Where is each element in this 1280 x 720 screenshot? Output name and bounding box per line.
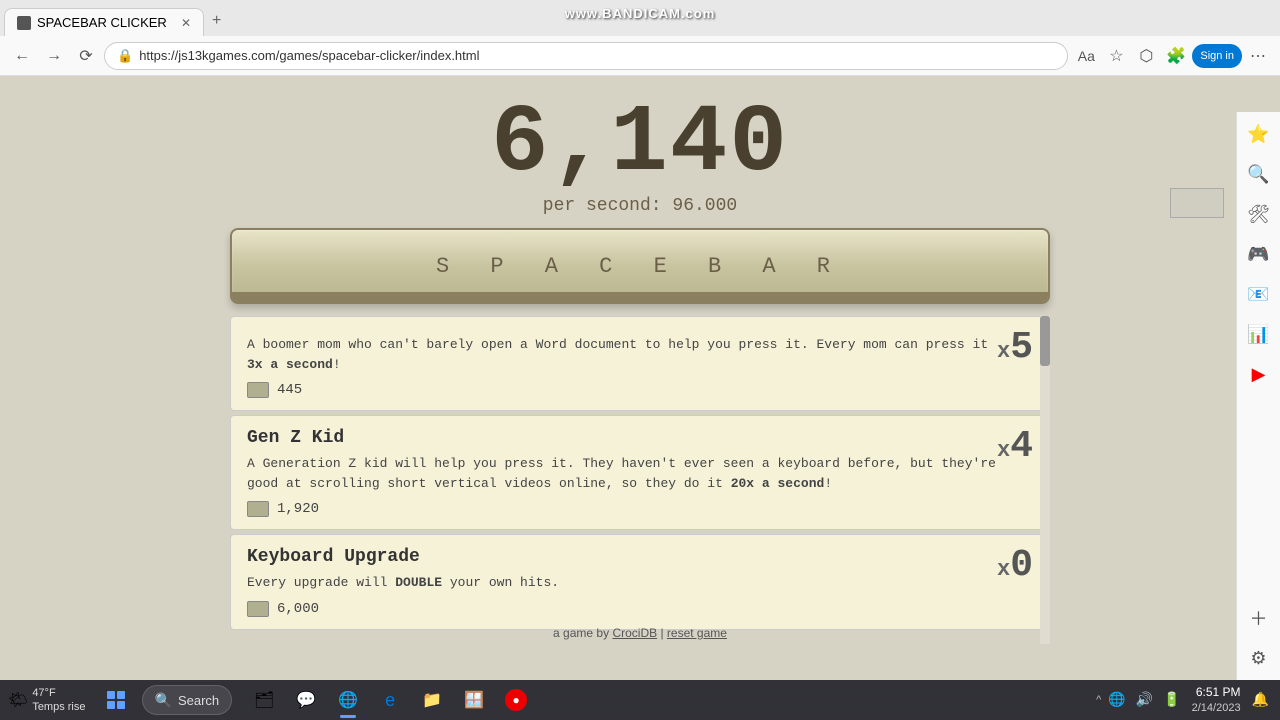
taskbar-app-file-explorer[interactable]: 🗂 xyxy=(244,680,284,720)
browser-sidebar: ⭐ 🔍 🛠 🎮 📧 📊 ▶ ＋ ⚙ xyxy=(1236,112,1280,680)
tab-title: SPACEBAR CLICKER xyxy=(37,15,167,30)
score-display: 6,140 xyxy=(491,96,789,192)
refresh-button[interactable]: ⟳ xyxy=(72,42,100,70)
taskbar-search-icon: 🔍 xyxy=(155,692,172,709)
address-bar[interactable]: 🔒 https://js13kgames.com/games/spacebar-… xyxy=(104,42,1068,70)
reset-game-link[interactable]: reset game xyxy=(667,626,727,640)
back-button[interactable]: ← xyxy=(8,42,36,70)
media-player-icon: ● xyxy=(505,689,527,711)
more-options-button[interactable]: ⋯ xyxy=(1244,42,1272,70)
upgrade-multiplier: x0 xyxy=(997,547,1033,585)
list-item[interactable]: Keyboard Upgrade Every upgrade will DOUB… xyxy=(230,534,1050,630)
spacebar-button[interactable]: S P A C E B A R xyxy=(230,228,1050,304)
taskbar-search-box[interactable]: 🔍 Search xyxy=(142,685,233,715)
taskbar-app-messenger[interactable]: 💬 xyxy=(286,680,326,720)
per-second-display: per second: 96.000 xyxy=(543,196,737,216)
upgrade-content: A boomer mom who can't barely open a Wor… xyxy=(247,329,997,398)
active-tab[interactable]: SPACEBAR CLICKER ✕ xyxy=(4,8,204,36)
weather-info: 47°F Temps rise xyxy=(32,686,85,715)
taskbar: 🌤 47°F Temps rise 🔍 Search 🗂 💬 🌐 e xyxy=(0,680,1280,720)
chrome-icon: 🌐 xyxy=(336,688,360,712)
sidebar-settings-icon[interactable]: ⚙ xyxy=(1241,640,1277,676)
upgrade-card-top: Gen Z Kid A Generation Z kid will help y… xyxy=(247,428,1033,517)
tray-expand-button[interactable]: ^ xyxy=(1096,694,1101,706)
sidebar-tools-icon[interactable]: 🛠 xyxy=(1241,196,1277,232)
list-item[interactable]: Gen Z Kid A Generation Z kid will help y… xyxy=(230,415,1050,530)
game-area: 6,140 per second: 96.000 S P A C E B A R… xyxy=(0,76,1280,644)
start-button[interactable] xyxy=(94,680,138,720)
forward-button[interactable]: → xyxy=(40,42,68,70)
tray-battery-icon[interactable]: 🔋 xyxy=(1160,691,1183,708)
taskbar-app-edge[interactable]: e xyxy=(370,680,410,720)
sidebar-favorites-icon[interactable]: ⭐ xyxy=(1241,116,1277,152)
tray-network-icon[interactable]: 🌐 xyxy=(1105,691,1128,708)
taskbar-tray: ^ 🌐 🔊 🔋 6:51 PM 2/14/2023 🔔 xyxy=(1088,685,1280,715)
upgrade-desc: Every upgrade will DOUBLE your own hits. xyxy=(247,573,997,593)
favorites-button[interactable]: ☆ xyxy=(1102,42,1130,70)
cost-icon xyxy=(247,382,269,398)
footer: a game by CrociDB | reset game xyxy=(0,626,1280,640)
cost-value: 6,000 xyxy=(277,601,319,617)
upgrade-title: Keyboard Upgrade xyxy=(247,547,997,567)
taskbar-app-chrome[interactable]: 🌐 xyxy=(328,680,368,720)
scrollbar-thumb[interactable] xyxy=(1040,316,1050,366)
upgrade-multiplier: x5 xyxy=(997,329,1033,367)
collections-button[interactable]: ⬡ xyxy=(1132,42,1160,70)
taskbar-app-folder[interactable]: 📁 xyxy=(412,680,452,720)
cost-icon xyxy=(247,501,269,517)
upgrade-desc: A Generation Z kid will help you press i… xyxy=(247,454,997,493)
sidebar-youtube-icon[interactable]: ▶ xyxy=(1241,356,1277,392)
tray-notification-icon[interactable]: 🔔 xyxy=(1249,691,1272,708)
upgrade-card-top: A boomer mom who can't barely open a Wor… xyxy=(247,329,1033,398)
tab-bar: SPACEBAR CLICKER ✕ + xyxy=(0,0,1280,36)
edge-icon: e xyxy=(378,688,402,712)
sidebar-office-icon[interactable]: 📊 xyxy=(1241,316,1277,352)
weather-icon: 🌤 xyxy=(8,690,28,710)
taskbar-app-media[interactable]: ● xyxy=(496,680,536,720)
windows-logo-icon xyxy=(107,691,125,709)
tray-sound-icon[interactable]: 🔊 xyxy=(1133,691,1156,708)
cost-icon xyxy=(247,601,269,617)
nav-actions: Aa ☆ ⬡ 🧩 Sign in ⋯ xyxy=(1072,42,1272,70)
upgrade-desc: A boomer mom who can't barely open a Wor… xyxy=(247,335,997,374)
taskbar-apps: 🗂 💬 🌐 e 📁 🪟 ● xyxy=(244,680,1088,720)
signin-button[interactable]: Sign in xyxy=(1192,44,1242,68)
sidebar-search-icon[interactable]: 🔍 xyxy=(1241,156,1277,192)
upgrades-container: A boomer mom who can't barely open a Wor… xyxy=(230,316,1050,644)
sidebar-outlook-icon[interactable]: 📧 xyxy=(1241,276,1277,312)
messenger-icon: 💬 xyxy=(294,688,318,712)
tab-favicon xyxy=(17,16,31,30)
cost-value: 1,920 xyxy=(277,501,319,517)
taskbar-app-store[interactable]: 🪟 xyxy=(454,680,494,720)
upgrade-multiplier: x4 xyxy=(997,428,1033,466)
cost-value: 445 xyxy=(277,382,302,398)
upgrade-cost: 6,000 xyxy=(247,601,997,617)
windows-store-icon: 🪟 xyxy=(462,688,486,712)
weather-widget[interactable]: 🌤 47°F Temps rise xyxy=(0,686,94,715)
upgrade-content: Gen Z Kid A Generation Z kid will help y… xyxy=(247,428,997,517)
upgrade-cost: 1,920 xyxy=(247,501,997,517)
lock-icon: 🔒 xyxy=(117,48,133,64)
sidebar-add-icon[interactable]: ＋ xyxy=(1241,600,1277,636)
nav-bar: ← → ⟳ 🔒 https://js13kgames.com/games/spa… xyxy=(0,36,1280,76)
tab-close-button[interactable]: ✕ xyxy=(181,16,191,30)
sidebar-games-icon[interactable]: 🎮 xyxy=(1241,236,1277,272)
new-tab-button[interactable]: + xyxy=(204,6,229,36)
upgrade-content: Keyboard Upgrade Every upgrade will DOUB… xyxy=(247,547,997,617)
upgrade-title: Gen Z Kid xyxy=(247,428,997,448)
crociddb-link[interactable]: CrociDB xyxy=(612,626,657,640)
browser-chrome: SPACEBAR CLICKER ✕ + ← → ⟳ 🔒 https://js1… xyxy=(0,0,1280,76)
upgrade-card-top: Keyboard Upgrade Every upgrade will DOUB… xyxy=(247,547,1033,617)
extensions-button[interactable]: 🧩 xyxy=(1162,42,1190,70)
url-text: https://js13kgames.com/games/spacebar-cl… xyxy=(139,48,479,63)
small-box xyxy=(1170,188,1224,218)
upgrades-list: A boomer mom who can't barely open a Wor… xyxy=(230,316,1050,634)
file-explorer-icon: 🗂 xyxy=(252,688,276,712)
reading-mode-button[interactable]: Aa xyxy=(1072,42,1100,70)
scrollbar-track[interactable] xyxy=(1040,316,1050,644)
taskbar-clock[interactable]: 6:51 PM 2/14/2023 xyxy=(1188,685,1245,715)
folder-icon: 📁 xyxy=(420,688,444,712)
upgrade-cost: 445 xyxy=(247,382,997,398)
list-item[interactable]: A boomer mom who can't barely open a Wor… xyxy=(230,316,1050,411)
